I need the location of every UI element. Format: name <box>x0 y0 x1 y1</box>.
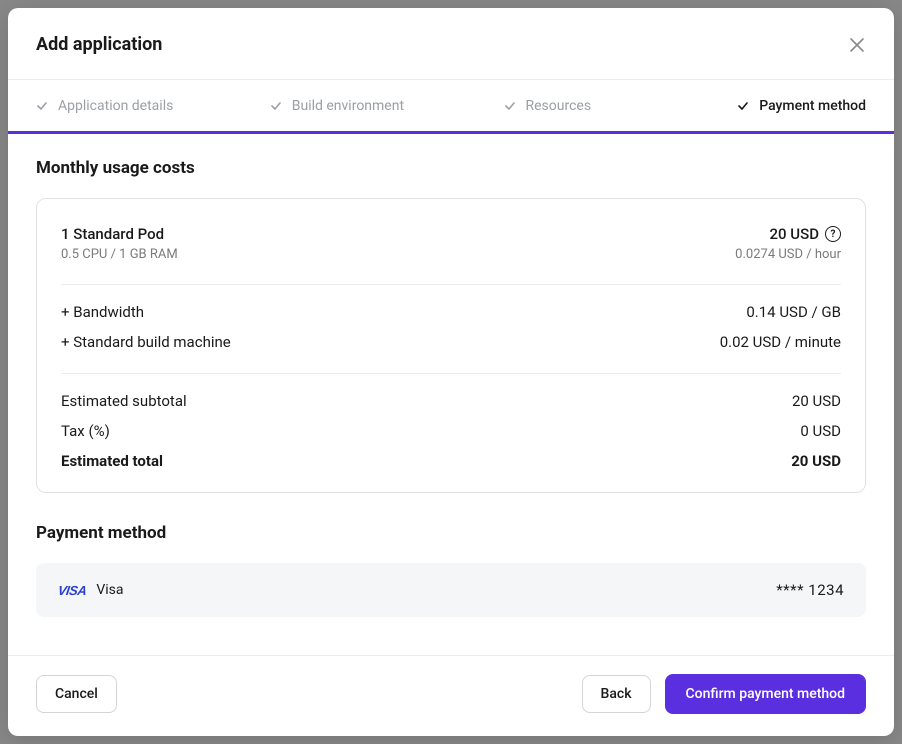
bandwidth-price: 0.14 USD / GB <box>746 303 841 321</box>
step-application-details[interactable]: Application details <box>36 98 270 114</box>
divider <box>61 373 841 374</box>
tax-value: 0 USD <box>800 422 841 440</box>
bandwidth-label: + Bandwidth <box>61 303 144 321</box>
total-label: Estimated total <box>61 452 163 470</box>
divider <box>61 284 841 285</box>
subtotal-row: Estimated subtotal 20 USD <box>61 392 841 410</box>
pod-title: 1 Standard Pod <box>61 225 178 243</box>
build-row: + Standard build machine 0.02 USD / minu… <box>61 333 841 351</box>
modal-footer: Cancel Back Confirm payment method <box>8 655 894 736</box>
pod-pricing: 20 USD ? 0.0274 USD / hour <box>735 225 841 262</box>
cancel-button[interactable]: Cancel <box>36 675 117 713</box>
payment-masked: **** 1234 <box>776 581 844 599</box>
bandwidth-row: + Bandwidth 0.14 USD / GB <box>61 303 841 321</box>
payment-heading: Payment method <box>36 523 866 543</box>
modal-header: Add application <box>8 8 894 80</box>
step-payment-method[interactable]: Payment method <box>737 98 866 114</box>
costs-card: 1 Standard Pod 0.5 CPU / 1 GB RAM 20 USD… <box>36 198 866 493</box>
step-label: Resources <box>526 98 592 114</box>
tax-label: Tax (%) <box>61 422 110 440</box>
back-button[interactable]: Back <box>582 675 651 713</box>
total-row: Estimated total 20 USD <box>61 452 841 470</box>
check-icon <box>504 100 516 112</box>
pod-specs: 0.5 CPU / 1 GB RAM <box>61 247 178 262</box>
build-price: 0.02 USD / minute <box>720 333 841 351</box>
check-icon <box>270 100 282 112</box>
payment-method-card[interactable]: VISA Visa **** 1234 <box>36 563 866 617</box>
close-button[interactable] <box>848 36 866 54</box>
close-icon <box>850 38 864 52</box>
pod-hourly: 0.0274 USD / hour <box>735 247 841 262</box>
step-label: Payment method <box>759 98 866 114</box>
step-label: Application details <box>58 98 173 114</box>
stepper: Application details Build environment Re… <box>8 80 894 134</box>
payment-brand: VISA Visa <box>58 582 124 598</box>
costs-heading: Monthly usage costs <box>36 158 866 178</box>
check-icon <box>36 100 48 112</box>
pod-info: 1 Standard Pod 0.5 CPU / 1 GB RAM <box>61 225 178 262</box>
payment-section: Payment method VISA Visa **** 1234 <box>36 523 866 617</box>
modal-body: Monthly usage costs 1 Standard Pod 0.5 C… <box>8 134 894 655</box>
confirm-payment-method-button[interactable]: Confirm payment method <box>665 674 866 714</box>
step-resources[interactable]: Resources <box>504 98 738 114</box>
tax-row: Tax (%) 0 USD <box>61 422 841 440</box>
check-icon <box>737 100 749 112</box>
modal-title: Add application <box>36 34 162 55</box>
total-value: 20 USD <box>791 452 841 470</box>
pod-price: 20 USD <box>770 225 819 243</box>
step-label: Build environment <box>292 98 404 114</box>
visa-logo-icon: VISA <box>57 583 87 598</box>
add-application-modal: Add application Application details Buil… <box>8 8 894 736</box>
payment-brand-label: Visa <box>96 582 123 598</box>
pod-row: 1 Standard Pod 0.5 CPU / 1 GB RAM 20 USD… <box>61 225 841 262</box>
subtotal-label: Estimated subtotal <box>61 392 187 410</box>
footer-right: Back Confirm payment method <box>582 674 866 714</box>
step-build-environment[interactable]: Build environment <box>270 98 504 114</box>
build-label: + Standard build machine <box>61 333 231 351</box>
help-icon[interactable]: ? <box>825 226 841 242</box>
subtotal-value: 20 USD <box>792 392 841 410</box>
